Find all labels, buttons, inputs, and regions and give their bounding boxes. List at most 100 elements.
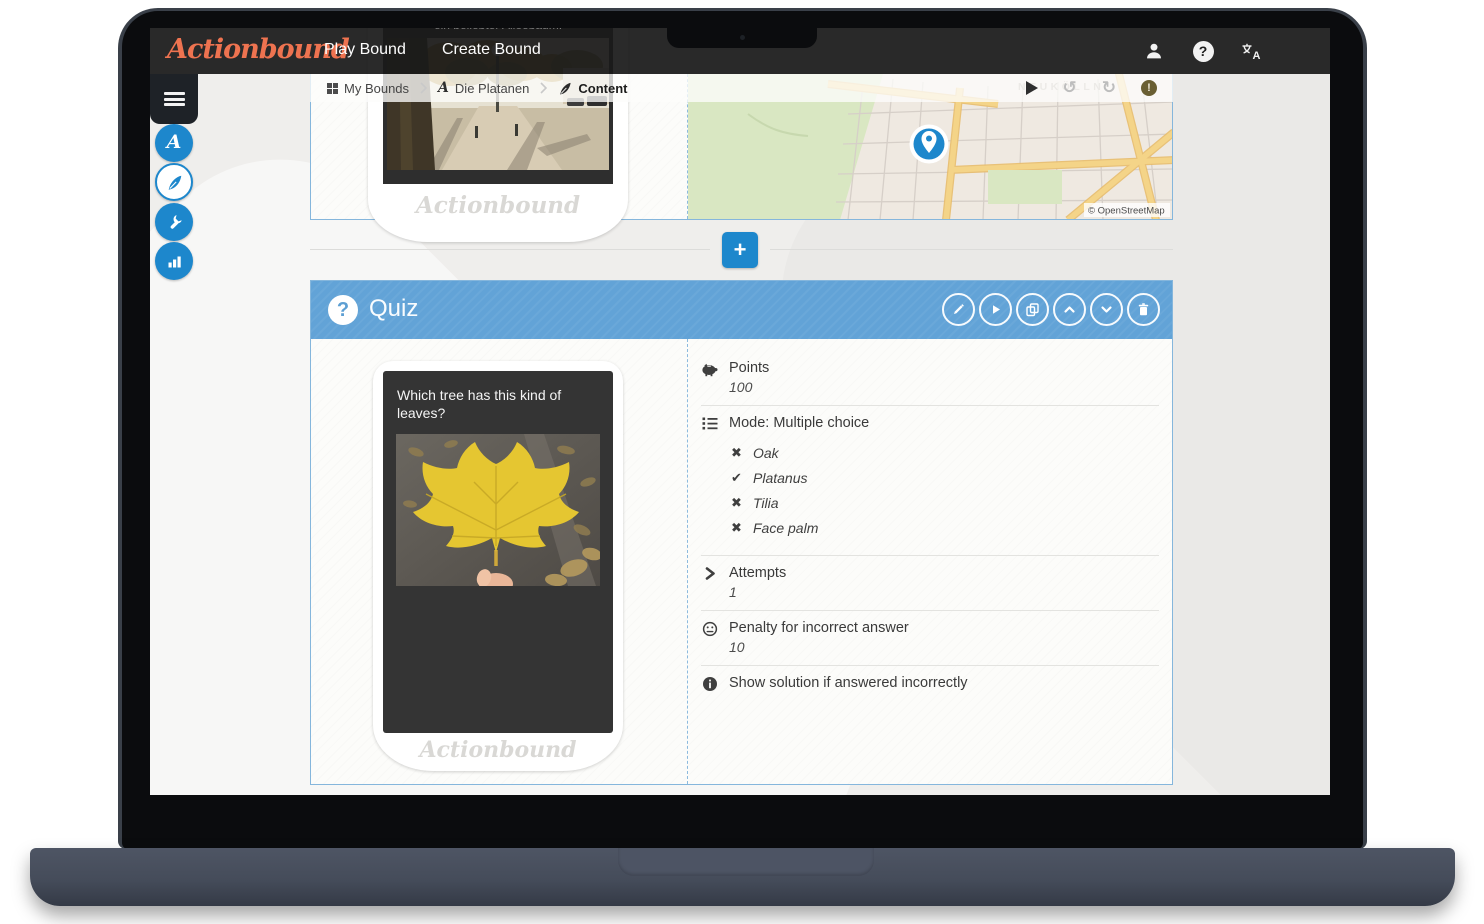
answer-text: Platanus: [753, 470, 807, 486]
piggy-bank-icon: [701, 360, 718, 377]
answer-text: Tilia: [753, 495, 779, 511]
bound-icon: A: [167, 133, 182, 152]
breadcrumb-bound[interactable]: A Die Platanen: [438, 80, 529, 96]
divider-line: [310, 249, 710, 250]
mode-section: Mode: Multiple choice ✖ Oak ✔ Platanus: [701, 406, 1159, 556]
wrong-mark-icon: ✖: [731, 521, 753, 536]
stage-toolbar: ↺ ↻ !: [1026, 74, 1158, 102]
phone-watermark: Actionbound: [368, 192, 628, 219]
quiz-preview-pane: Which tree has this kind of leaves?: [311, 339, 688, 784]
breadcrumb-content[interactable]: Content: [558, 81, 627, 96]
help-icon[interactable]: ?: [1192, 40, 1214, 62]
quiz-photo-leaf: [396, 434, 600, 586]
quiz-settings: Points 100: [701, 351, 1159, 702]
map-attribution: © OpenStreetMap: [1088, 206, 1165, 217]
menu-icon[interactable]: [1290, 44, 1312, 59]
laptop-base: [30, 848, 1455, 906]
breadcrumb-label: Content: [578, 81, 627, 96]
sidebar-toggle-button[interactable]: [150, 74, 198, 124]
info-icon: [701, 675, 718, 692]
edit-button[interactable]: [942, 293, 975, 326]
move-up-button[interactable]: [1053, 293, 1086, 326]
nav-play-bound[interactable]: Play Bound: [324, 41, 406, 59]
menu-icon: [164, 92, 185, 106]
stage-phone-caption: ein beliebter Alleebaum.: [383, 28, 613, 32]
nav-create-bound[interactable]: Create Bound: [442, 41, 541, 59]
answer-row: ✖ Face palm: [731, 520, 1159, 536]
breadcrumb-my-bounds[interactable]: My Bounds: [327, 81, 409, 96]
divider-line: [770, 249, 1173, 250]
plus-icon: +: [734, 237, 747, 263]
list-icon: [701, 415, 718, 431]
redo-button[interactable]: ↻: [1102, 80, 1116, 97]
test-play-button[interactable]: [1026, 81, 1038, 95]
trash-icon: [1136, 302, 1151, 317]
info-button[interactable]: !: [1141, 80, 1157, 96]
app-screen: NEUKÖLLN © OpenStreetMap ein beliebter A…: [150, 28, 1330, 795]
svg-text:A: A: [1253, 50, 1261, 61]
quiz-type-icon: ?: [328, 295, 358, 325]
attempts-value: 1: [729, 584, 786, 600]
attempts-label: Attempts: [729, 565, 786, 581]
bound-icon: A: [438, 80, 449, 96]
correct-mark-icon: ✔: [731, 471, 753, 486]
question-glyph: ?: [1199, 43, 1208, 59]
feather-icon: [166, 174, 183, 191]
laptop-mockup: NEUKÖLLN © OpenStreetMap ein beliebter A…: [0, 0, 1484, 924]
attempts-section: Attempts 1: [701, 556, 1159, 611]
breadcrumb-label: Die Platanen: [455, 81, 529, 96]
sidebar-item-settings[interactable]: [155, 203, 193, 241]
quiz-phone-screen: Which tree has this kind of leaves?: [383, 371, 613, 733]
undo-button[interactable]: ↺: [1063, 80, 1077, 97]
sidebar-item-results[interactable]: [155, 242, 193, 280]
solution-section: Show solution if answered incorrectly: [701, 666, 1159, 702]
actionbound-logo[interactable]: Actionbound: [167, 34, 349, 65]
answer-row: ✖ Oak: [731, 445, 1159, 461]
move-down-button[interactable]: [1090, 293, 1123, 326]
pencil-icon: [951, 302, 966, 317]
points-value: 100: [729, 379, 769, 395]
feather-icon: [558, 81, 572, 96]
delete-button[interactable]: [1127, 293, 1160, 326]
points-section: Points 100: [701, 351, 1159, 406]
answer-text: Face palm: [753, 520, 818, 536]
mode-label: Mode: Multiple choice: [729, 415, 869, 431]
answer-row: ✖ Tilia: [731, 495, 1159, 511]
translate-icon[interactable]: A: [1241, 40, 1263, 62]
add-content-button[interactable]: +: [722, 232, 758, 268]
quiz-card-actions: [942, 293, 1160, 326]
quiz-card-title: Quiz: [369, 295, 418, 323]
penalty-label: Penalty for incorrect answer: [729, 620, 909, 636]
neutral-face-icon: [701, 620, 718, 637]
penalty-value: 10: [729, 639, 909, 655]
sidebar-item-content[interactable]: [155, 163, 193, 201]
navbar-icons: ? A: [1143, 28, 1312, 74]
map-pin-icon: [910, 125, 949, 164]
quiz-card-body: Which tree has this kind of leaves?: [311, 339, 1172, 784]
duplicate-button[interactable]: [1016, 293, 1049, 326]
wrong-mark-icon: ✖: [731, 496, 753, 511]
camera-notch: [667, 28, 817, 48]
play-icon: [988, 302, 1003, 317]
copy-icon: [1025, 302, 1040, 317]
preview-button[interactable]: [979, 293, 1012, 326]
breadcrumb-label: My Bounds: [344, 81, 409, 96]
quiz-phone-preview: Which tree has this kind of leaves?: [373, 361, 623, 771]
user-icon[interactable]: [1143, 40, 1165, 62]
answer-row: ✔ Platanus: [731, 470, 1159, 486]
bar-chart-icon: [166, 253, 183, 270]
quiz-card-header: ? Quiz: [311, 281, 1172, 339]
points-label: Points: [729, 360, 769, 376]
sidebar-item-bound[interactable]: A: [155, 124, 193, 162]
answer-list: ✖ Oak ✔ Platanus ✖ Tilia: [731, 445, 1159, 536]
question-glyph: ?: [337, 299, 349, 322]
quiz-question-text: Which tree has this kind of leaves?: [383, 371, 613, 422]
breadcrumb-bar: My Bounds A Die Platanen Content: [310, 74, 1173, 102]
penalty-section: Penalty for incorrect answer 10: [701, 611, 1159, 666]
answer-text: Oak: [753, 445, 779, 461]
wrong-mark-icon: ✖: [731, 446, 753, 461]
chevron-separator-icon: [540, 82, 547, 94]
wrench-icon: [166, 214, 183, 231]
grid-icon: [327, 83, 338, 94]
quiz-card: ? Quiz: [310, 280, 1173, 785]
